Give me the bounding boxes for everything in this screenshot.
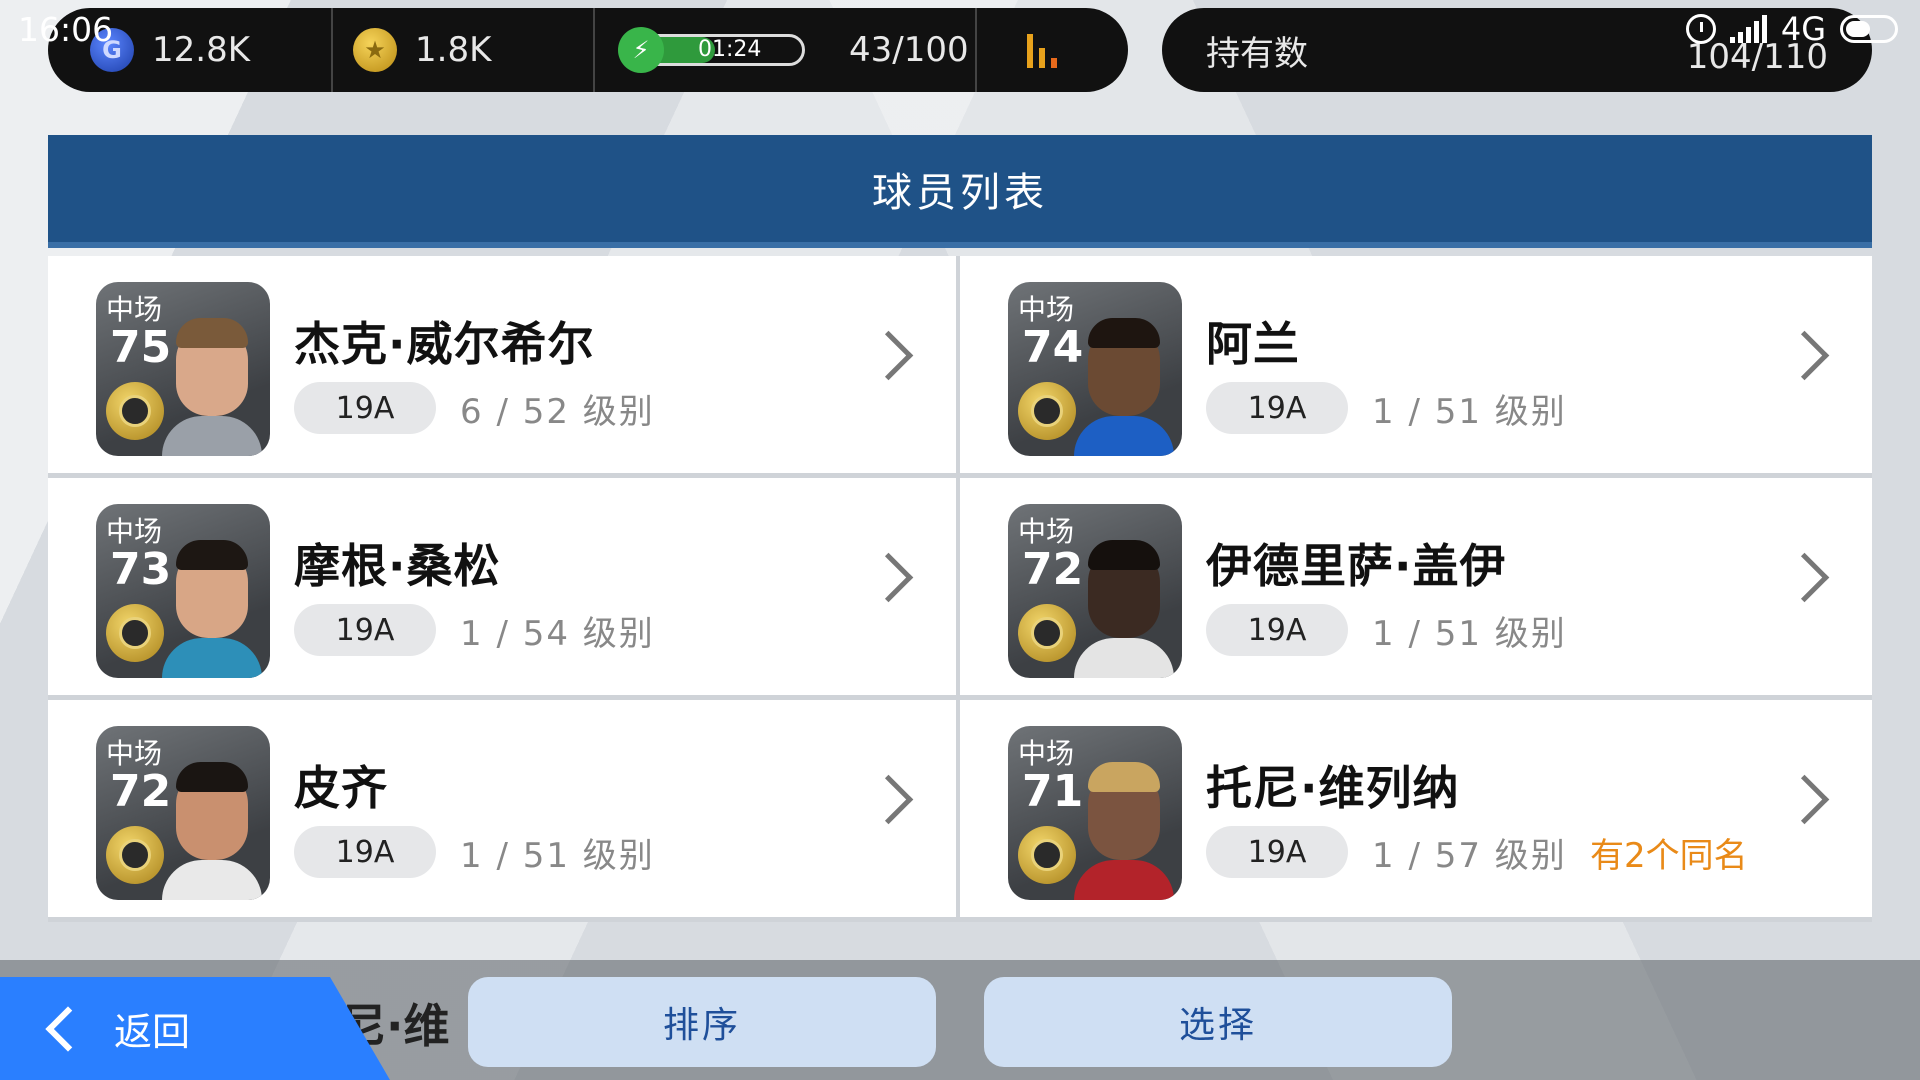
sort-button[interactable]: 排序 — [468, 977, 936, 1067]
status-icons: 4G — [1685, 10, 1898, 48]
chevron-right-icon — [1779, 552, 1830, 603]
version-badge: 19A — [294, 382, 436, 434]
version-badge: 19A — [1206, 382, 1348, 434]
gold-coin-icon: ★ — [353, 28, 397, 72]
player-card[interactable]: 中场 72 伊德里萨·盖伊 19A 1 / 51 级别 — [960, 478, 1872, 700]
player-portrait: 中场 71 — [1008, 726, 1182, 900]
chevron-right-icon — [863, 774, 914, 825]
player-rating: 75 — [110, 322, 172, 373]
player-rating: 73 — [110, 544, 172, 595]
player-level: 1 / 51 级别 — [1372, 614, 1567, 654]
player-name: 杰克·威尔希尔 — [294, 317, 595, 371]
version-badge: 19A — [294, 604, 436, 656]
player-rating: 72 — [110, 766, 172, 817]
network-type: 4G — [1780, 10, 1826, 48]
back-button[interactable]: 返回 — [0, 977, 390, 1080]
gold-medal-icon — [1018, 604, 1076, 662]
energy-timer: 01:24 — [698, 37, 762, 62]
player-level: 1 / 51 级别 — [1372, 392, 1567, 432]
holdings-label: 持有数 — [1206, 33, 1308, 74]
player-portrait: 中场 73 — [96, 504, 270, 678]
player-face-image — [162, 528, 262, 678]
player-card[interactable]: 中场 73 摩根·桑松 19A 1 / 54 级别 — [48, 478, 960, 700]
player-list: 中场 75 杰克·威尔希尔 19A 6 / 52 级别 中场 74 阿兰 19A… — [48, 256, 1872, 922]
select-button[interactable]: 选择 — [984, 977, 1452, 1067]
player-portrait: 中场 72 — [1008, 504, 1182, 678]
player-level: 1 / 57 级别 — [1372, 836, 1567, 876]
player-face-image — [1074, 528, 1174, 678]
version-badge: 19A — [1206, 604, 1348, 656]
energy-bar: ⚡ 01:24 — [618, 27, 805, 73]
player-portrait: 中场 72 — [96, 726, 270, 900]
player-face-image — [1074, 750, 1174, 900]
battery-icon — [1840, 15, 1898, 43]
player-name: 伊德里萨·盖伊 — [1206, 539, 1507, 593]
gold-medal-icon — [106, 604, 164, 662]
player-rating: 74 — [1022, 322, 1084, 373]
chevron-right-icon — [863, 330, 914, 381]
chevron-left-icon — [45, 1005, 91, 1052]
coin-value: 1.8K — [415, 30, 492, 70]
player-level: 1 / 54 级别 — [460, 614, 655, 654]
player-level: 1 / 51 级别 — [460, 836, 655, 876]
gold-medal-icon — [1018, 826, 1076, 884]
gp-value: 12.8K — [152, 30, 250, 70]
gold-medal-icon — [106, 826, 164, 884]
player-card[interactable]: 中场 71 托尼·维列纳 19A 1 / 57 级别 有2个同名 — [960, 700, 1872, 922]
player-face-image — [162, 750, 262, 900]
player-face-image — [162, 306, 262, 456]
energy-count: 43/100 — [849, 30, 969, 70]
player-portrait: 中场 75 — [96, 282, 270, 456]
player-name: 皮齐 — [294, 761, 388, 815]
lightning-icon: ⚡ — [618, 27, 664, 73]
player-card[interactable]: 中场 75 杰克·威尔希尔 19A 6 / 52 级别 — [48, 256, 960, 478]
stats-icon[interactable] — [1027, 32, 1057, 68]
chevron-right-icon — [1779, 774, 1830, 825]
energy-meter[interactable]: ⚡ 01:24 43/100 — [595, 8, 977, 92]
currency-bar: G 12.8K ★ 1.8K ⚡ 01:24 43/100 — [48, 8, 1128, 92]
status-time: 16:06 — [18, 10, 114, 49]
player-name: 摩根·桑松 — [294, 539, 501, 593]
alarm-icon — [1685, 14, 1716, 44]
player-level: 6 / 52 级别 — [460, 392, 655, 432]
player-portrait: 中场 74 — [1008, 282, 1182, 456]
page-title: 球员列表 — [48, 135, 1872, 248]
player-name: 托尼·维列纳 — [1206, 761, 1460, 815]
coin-balance[interactable]: ★ 1.8K — [333, 8, 595, 92]
player-face-image — [1074, 306, 1174, 456]
player-rating: 72 — [1022, 544, 1084, 595]
player-rating: 71 — [1022, 766, 1084, 817]
version-badge: 19A — [294, 826, 436, 878]
player-name: 阿兰 — [1206, 317, 1300, 371]
signal-icon — [1729, 15, 1767, 43]
duplicate-note: 有2个同名 — [1590, 836, 1748, 876]
player-card[interactable]: 中场 72 皮齐 19A 1 / 51 级别 — [48, 700, 960, 922]
gold-medal-icon — [1018, 382, 1076, 440]
chevron-right-icon — [1779, 330, 1830, 381]
back-label: 返回 — [114, 1010, 191, 1054]
version-badge: 19A — [1206, 826, 1348, 878]
chevron-right-icon — [863, 552, 914, 603]
gold-medal-icon — [106, 382, 164, 440]
player-card[interactable]: 中场 74 阿兰 19A 1 / 51 级别 — [960, 256, 1872, 478]
